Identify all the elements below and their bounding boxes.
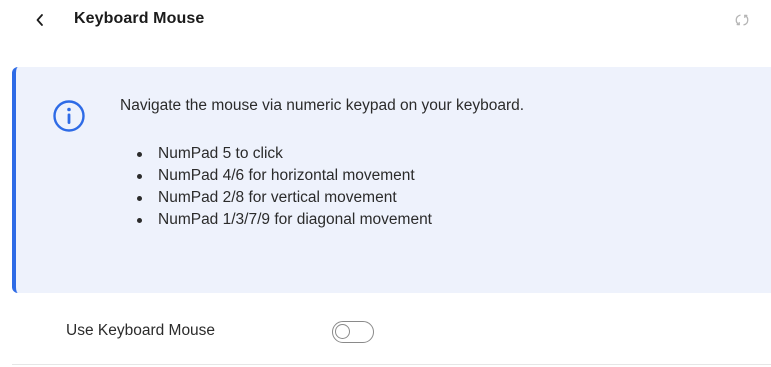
setting-label: Use Keyboard Mouse	[66, 322, 216, 339]
keyboard-mouse-toggle[interactable]	[332, 321, 374, 343]
bullet-icon	[137, 152, 142, 157]
info-intro-text: Navigate the mouse via numeric keypad on…	[120, 97, 525, 114]
list-item-text: NumPad 1/3/7/9 for diagonal movement	[158, 211, 432, 228]
page-title: Keyboard Mouse	[74, 10, 205, 27]
bullet-icon	[137, 218, 142, 223]
header: Keyboard Mouse	[0, 0, 771, 40]
list-item: NumPad 1/3/7/9 for diagonal movement	[120, 209, 432, 231]
info-panel: Navigate the mouse via numeric keypad on…	[12, 67, 771, 293]
list-item-text: NumPad 4/6 for horizontal movement	[158, 167, 415, 184]
list-item: NumPad 2/8 for vertical movement	[120, 187, 432, 209]
setting-row-keyboard-mouse: Use Keyboard Mouse	[12, 297, 771, 365]
keyboard-mouse-page: Keyboard Mouse Navigate the mouse via nu…	[0, 0, 771, 367]
list-item: NumPad 5 to click	[120, 143, 432, 165]
list-item-text: NumPad 2/8 for vertical movement	[158, 189, 397, 206]
toggle-knob	[335, 324, 350, 339]
chevron-left-icon	[35, 13, 45, 27]
info-list: NumPad 5 to click NumPad 4/6 for horizon…	[120, 143, 432, 231]
info-icon	[52, 99, 86, 133]
reset-button[interactable]	[731, 9, 753, 31]
list-item: NumPad 4/6 for horizontal movement	[120, 165, 432, 187]
bullet-icon	[137, 196, 142, 201]
bullet-icon	[137, 174, 142, 179]
reset-icon	[734, 12, 750, 28]
back-button[interactable]	[30, 8, 50, 32]
list-item-text: NumPad 5 to click	[158, 145, 283, 162]
